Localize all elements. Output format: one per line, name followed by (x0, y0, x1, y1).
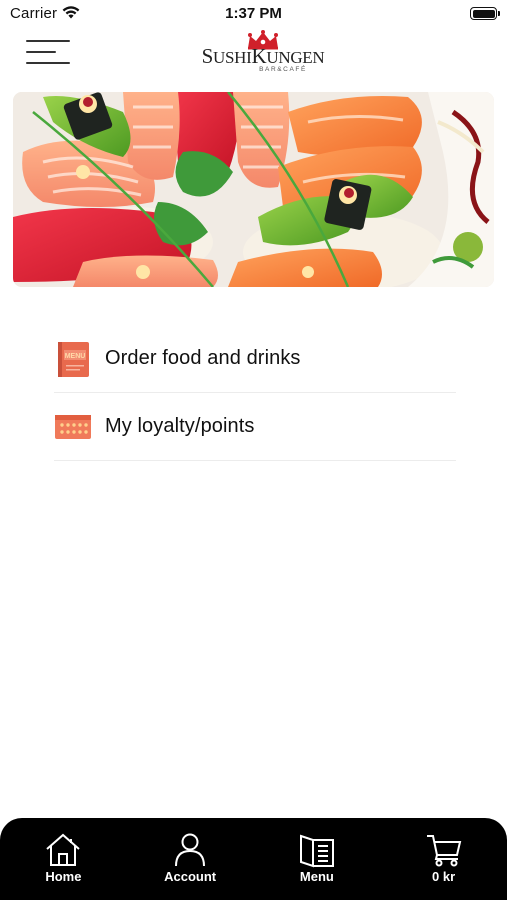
menu-book-icon: MENU (54, 340, 92, 378)
order-food-label: Order food and drinks (105, 347, 301, 369)
cart-icon (426, 835, 461, 867)
tab-bar: Home Account Menu 0 kr (0, 818, 507, 900)
tab-account[interactable]: Account (127, 818, 254, 900)
status-bar: Carrier 1:37 PM (0, 0, 507, 28)
order-food-item[interactable]: MENU Order food and drinks (54, 325, 456, 393)
tab-account-label: Account (164, 869, 217, 884)
menu-icon (299, 834, 334, 868)
tab-home[interactable]: Home (0, 818, 127, 900)
tab-home-label: Home (45, 869, 82, 884)
home-menu-list: MENU Order food and drinks My loyalty/po… (54, 325, 456, 461)
clock: 1:37 PM (225, 5, 282, 22)
logo-subtitle: BAR&CAFÉ (259, 66, 307, 73)
logo-wordmark: SUSHIKUNGEN (201, 44, 325, 68)
sushikungen-logo: SUSHIKUNGEN BAR&CAFÉ (200, 30, 326, 76)
header: SUSHIKUNGEN BAR&CAFÉ (0, 28, 507, 84)
home-icon (46, 833, 81, 866)
battery-icon (470, 7, 500, 20)
loyalty-points-label: My loyalty/points (105, 415, 255, 437)
tab-cart-total: 0 kr (432, 869, 456, 884)
svg-text:MENU: MENU (65, 353, 86, 360)
account-icon (175, 833, 206, 867)
loyalty-points-item[interactable]: My loyalty/points (54, 393, 456, 461)
tab-menu-label: Menu (299, 869, 334, 884)
hero-sushi-image (13, 92, 494, 287)
tab-menu[interactable]: Menu (254, 818, 381, 900)
hamburger-menu-button[interactable] (26, 37, 70, 67)
tab-cart[interactable]: 0 kr (380, 818, 507, 900)
loyalty-card-icon (54, 408, 92, 446)
